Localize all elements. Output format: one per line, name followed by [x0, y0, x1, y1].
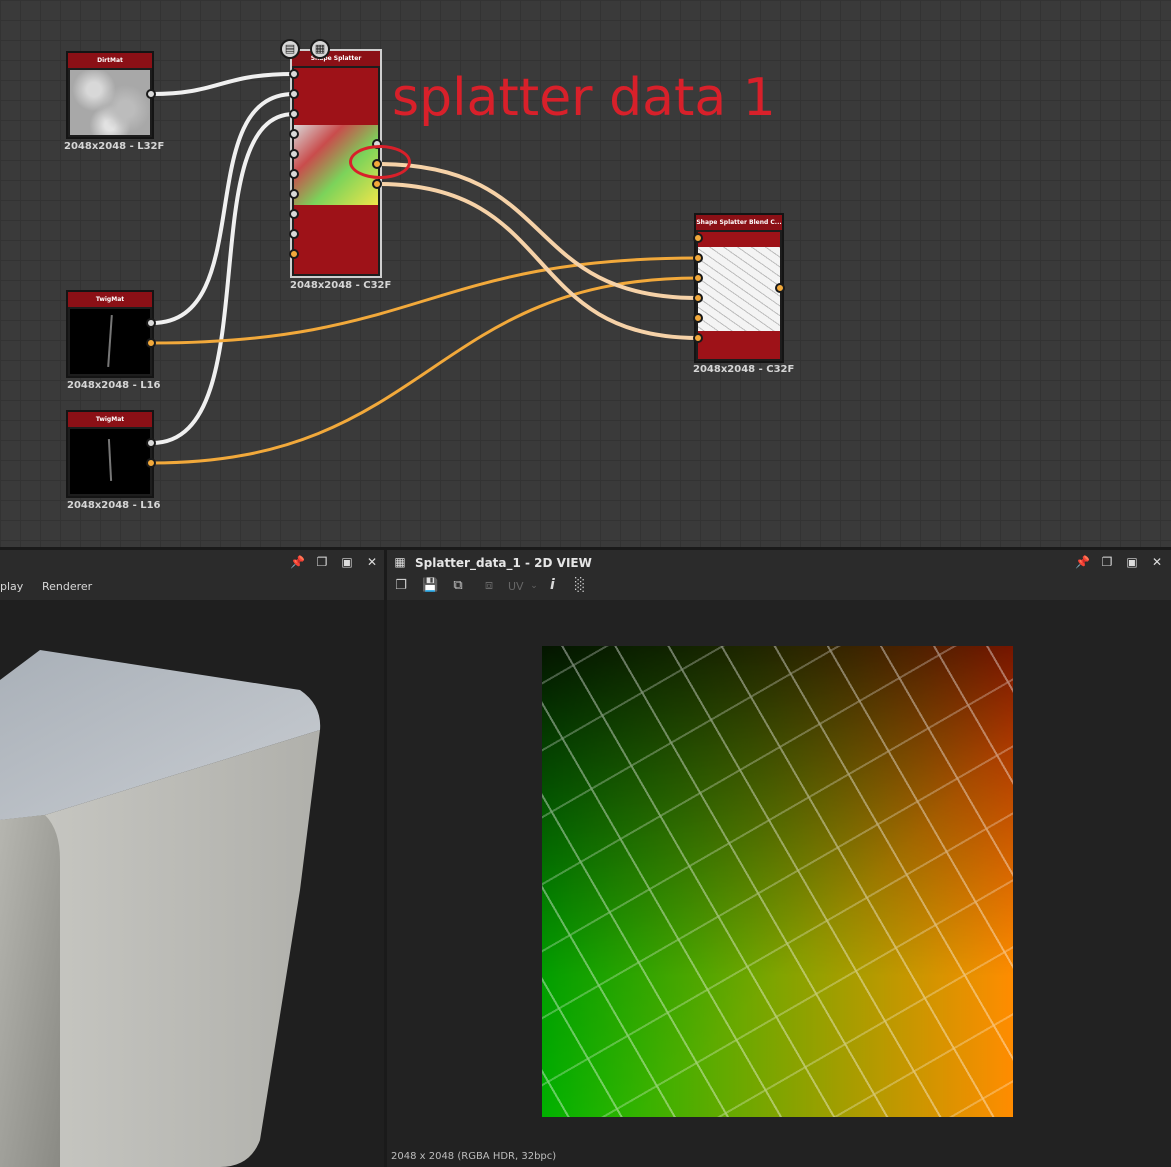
input-port[interactable] — [289, 129, 299, 139]
view2d-toolbar: ❐ 💾 ⧉ ⧈ UV ⌄ i ░ — [387, 574, 1171, 600]
node-title: TwigMat — [68, 292, 152, 307]
document-icon[interactable]: ▤ — [280, 39, 300, 59]
twig-shape — [107, 314, 113, 368]
node-size-label: 2048x2048 - C32F — [693, 364, 795, 375]
output-port[interactable] — [372, 179, 382, 189]
twig-shape — [107, 438, 113, 482]
input-port[interactable] — [289, 89, 299, 99]
cube-render — [0, 650, 321, 1167]
output-port[interactable] — [146, 89, 156, 99]
duplicate-icon[interactable]: ⧉ — [450, 578, 466, 594]
wire-twig1-splatter — [151, 92, 295, 325]
output-port[interactable] — [146, 438, 156, 448]
input-port[interactable] — [289, 69, 299, 79]
node-size-label: 2048x2048 - L16 — [67, 500, 161, 511]
wire-splatter-blend-2 — [377, 182, 699, 340]
input-port[interactable] — [693, 333, 703, 343]
node-graph[interactable]: DirtMat 2048x2048 - L32F Shape Splatter … — [0, 0, 1171, 547]
node-thumbnail — [70, 429, 150, 494]
2d-viewport[interactable] — [387, 600, 1171, 1167]
left-panel-header: 📌 ❐ ▣ ✕ — [0, 550, 384, 577]
splatter-data-image — [542, 646, 1013, 1117]
wire-twig2-blend — [151, 276, 699, 465]
node-size-label: 2048x2048 - L32F — [64, 141, 165, 152]
input-port[interactable] — [693, 233, 703, 243]
annotation-text: splatter data 1 — [392, 68, 776, 128]
close-icon[interactable]: ✕ — [1150, 555, 1164, 569]
output-port[interactable] — [146, 458, 156, 468]
checker-icon: ▦ — [394, 555, 406, 569]
input-port[interactable] — [693, 253, 703, 263]
right-panel-header: ▦ Splatter_data_1 - 2D VIEW 📌 ❐ ▣ ✕ — [387, 550, 1171, 577]
menu-renderer[interactable]: Renderer — [42, 580, 92, 593]
pin-icon[interactable]: 📌 — [1075, 555, 1090, 569]
annotation-circle — [349, 145, 411, 179]
restore-icon[interactable]: ❐ — [315, 555, 329, 569]
node-dirtmat[interactable]: DirtMat — [66, 51, 154, 139]
node-title: Shape Splatter — [292, 51, 380, 66]
input-port[interactable] — [289, 189, 299, 199]
output-port[interactable] — [146, 318, 156, 328]
node-title: Shape Splatter Blend C... — [696, 215, 782, 230]
node-twigmat-2[interactable]: TwigMat — [66, 410, 154, 498]
checker-icon[interactable]: ▦ — [310, 39, 330, 59]
pin-icon[interactable]: 📌 — [290, 555, 305, 569]
node-thumbnail — [70, 309, 150, 374]
node-size-label: 2048x2048 - L16 — [67, 380, 161, 391]
input-port[interactable] — [693, 313, 703, 323]
output-port[interactable] — [146, 338, 156, 348]
copy-view-icon[interactable]: ❐ — [393, 578, 409, 594]
tiling-icon[interactable]: ⧈ — [481, 578, 497, 594]
node-thumbnail — [698, 247, 780, 331]
restore-icon[interactable]: ❐ — [1100, 555, 1114, 569]
menu-display[interactable]: play — [0, 580, 23, 593]
node-thumbnail — [70, 70, 150, 135]
node-twigmat-1[interactable]: TwigMat — [66, 290, 154, 378]
chevron-down-icon[interactable]: ⌄ — [526, 578, 542, 594]
node-title: DirtMat — [68, 53, 152, 68]
input-port[interactable] — [289, 109, 299, 119]
wire-dirt-splatter — [151, 72, 295, 96]
maximize-icon[interactable]: ▣ — [1125, 555, 1139, 569]
twig-pattern — [542, 646, 1013, 1117]
node-size-label: 2048x2048 - C32F — [290, 280, 392, 291]
input-port[interactable] — [289, 249, 299, 259]
left-panel-menu: play Renderer — [0, 574, 384, 600]
input-port[interactable] — [289, 229, 299, 239]
input-port[interactable] — [693, 273, 703, 283]
node-shape-splatter-blend[interactable]: Shape Splatter Blend C... — [694, 213, 784, 363]
input-port[interactable] — [693, 293, 703, 303]
close-icon[interactable]: ✕ — [365, 555, 379, 569]
wire-splatter-blend-1 — [377, 162, 699, 300]
status-bar: 2048 x 2048 (RGBA HDR, 32bpc) — [391, 1151, 557, 1162]
output-port[interactable] — [775, 283, 785, 293]
input-port[interactable] — [289, 209, 299, 219]
3d-viewport[interactable] — [0, 600, 384, 1167]
input-port[interactable] — [289, 169, 299, 179]
input-port[interactable] — [289, 149, 299, 159]
wire-twig2-splatter — [151, 112, 295, 445]
maximize-icon[interactable]: ▣ — [340, 555, 354, 569]
panel-title: Splatter_data_1 - 2D VIEW — [415, 556, 592, 570]
histogram-icon[interactable]: ░ — [572, 578, 588, 594]
uv-dropdown[interactable]: UV — [508, 580, 524, 593]
wire-twig1-blend — [151, 256, 699, 345]
node-title: TwigMat — [68, 412, 152, 427]
info-button[interactable]: i — [550, 577, 555, 593]
save-icon[interactable]: 💾 — [422, 578, 438, 594]
